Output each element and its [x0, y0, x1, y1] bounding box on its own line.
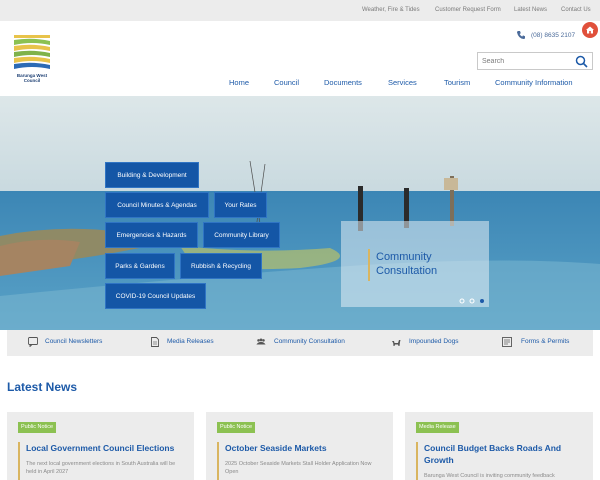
- accent-bar: [18, 442, 20, 480]
- chat-icon: [28, 337, 38, 347]
- feature-slide-title: Community Consultation: [376, 251, 438, 277]
- council-minutes-button[interactable]: Council Minutes & Agendas: [105, 192, 209, 218]
- latest-news-link[interactable]: Latest News: [514, 7, 547, 13]
- rubbish-recycling-button[interactable]: Rubbish & Recycling: [180, 253, 262, 279]
- people-icon: [256, 338, 266, 345]
- parks-gardens-button[interactable]: Parks & Gardens: [105, 253, 175, 279]
- news-card-title[interactable]: Local Government Council Elections: [26, 442, 186, 454]
- search-box: [477, 52, 593, 70]
- slider-dot-1[interactable]: [459, 298, 465, 304]
- nav-home[interactable]: Home: [229, 78, 249, 87]
- home-badge[interactable]: [582, 22, 598, 38]
- news-card[interactable]: Public Notice Local Government Council E…: [7, 412, 194, 480]
- news-card-title[interactable]: October Seaside Markets: [225, 442, 385, 454]
- feature-slide-card[interactable]: Community Consultation: [341, 221, 489, 307]
- category-badge: Media Release: [416, 422, 459, 433]
- phone-number[interactable]: (08) 8635 2107: [531, 32, 575, 39]
- forms-permits-link[interactable]: Forms & Permits: [521, 338, 569, 345]
- news-card[interactable]: Public Notice October Seaside Markets 20…: [206, 412, 393, 480]
- home-icon: [586, 26, 594, 34]
- community-library-button[interactable]: Community Library: [203, 222, 280, 248]
- media-releases-link[interactable]: Media Releases: [167, 338, 214, 345]
- news-card[interactable]: Media Release Council Budget Backs Roads…: [405, 412, 593, 480]
- form-icon: [502, 337, 512, 347]
- community-consultation-link[interactable]: Community Consultation: [274, 338, 345, 345]
- hero-banner: [0, 96, 600, 330]
- latest-news-heading: Latest News: [7, 380, 78, 394]
- search-icon[interactable]: [575, 55, 588, 68]
- quick-links-bar: Council Newsletters Media Releases Commu…: [7, 330, 593, 356]
- accent-bar: [217, 442, 219, 480]
- dog-icon: [392, 340, 401, 346]
- slider-dots: [459, 298, 484, 304]
- search-input[interactable]: [482, 56, 572, 67]
- document-icon: [151, 337, 159, 347]
- news-card-summary: The next local government elections in S…: [26, 461, 176, 475]
- council-logo-text: Barunga West Council: [16, 73, 48, 83]
- nav-council[interactable]: Council: [274, 78, 299, 87]
- emergencies-hazards-button[interactable]: Emergencies & Hazards: [105, 222, 198, 248]
- accent-bar: [368, 249, 370, 281]
- nav-services[interactable]: Services: [388, 78, 417, 87]
- utility-bar: Weather, Fire & Tides Customer Request F…: [0, 0, 600, 21]
- weather-fire-tides-link[interactable]: Weather, Fire & Tides: [362, 7, 420, 13]
- customer-request-link[interactable]: Customer Request Form: [435, 7, 501, 13]
- impounded-dogs-link[interactable]: Impounded Dogs: [409, 338, 459, 345]
- your-rates-button[interactable]: Your Rates: [214, 192, 267, 218]
- slider-dot-3-active[interactable]: [480, 299, 484, 303]
- building-development-button[interactable]: Building & Development: [105, 162, 199, 188]
- council-newsletters-link[interactable]: Council Newsletters: [45, 338, 102, 345]
- phone-icon: [517, 31, 525, 39]
- category-badge: Public Notice: [217, 422, 256, 433]
- covid-updates-button[interactable]: COVID-19 Council Updates: [105, 283, 206, 309]
- category-badge: Public Notice: [18, 422, 57, 433]
- accent-bar: [416, 442, 418, 480]
- contact-us-link[interactable]: Contact Us: [561, 7, 591, 13]
- news-card-summary: Barunga West Council is inviting communi…: [424, 473, 555, 479]
- slider-dot-2[interactable]: [469, 298, 475, 304]
- nav-documents[interactable]: Documents: [324, 78, 362, 87]
- news-card-summary: 2025 October Seaside Markets Stall Holde…: [225, 461, 372, 475]
- hero-seascape-image: [0, 96, 600, 330]
- nav-community-information[interactable]: Community Information: [495, 78, 573, 87]
- nav-tourism[interactable]: Tourism: [444, 78, 470, 87]
- news-card-title[interactable]: Council Budget Backs Roads And Growth: [424, 442, 584, 466]
